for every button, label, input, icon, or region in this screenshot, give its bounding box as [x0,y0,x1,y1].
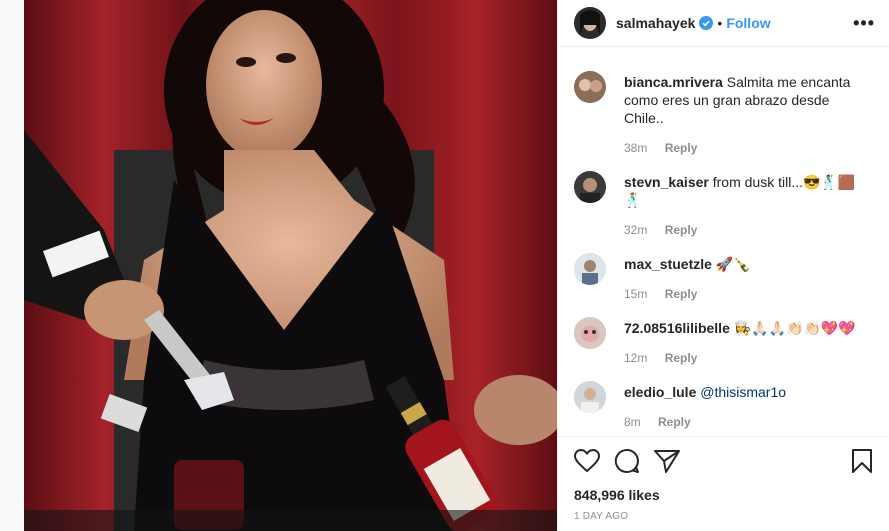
comment-meta: 8m Reply [624,413,864,431]
reply-button[interactable]: Reply [665,141,698,155]
like-heart-icon[interactable] [574,449,600,473]
comment-item: 72.08516lilibelle 👩‍🍳🙏🏻🙏🏻👏🏻👏🏻💖💖 12m Repl… [574,303,877,367]
comment-item: stevn_kaiser from dusk till...😎🕺🏽🟫🕺 32m … [574,157,877,239]
verified-badge-icon [699,16,714,30]
reply-button[interactable]: Reply [665,351,698,365]
comment-time: 12m [624,351,648,365]
commenter-avatar[interactable] [574,171,606,203]
reply-button[interactable]: Reply [665,287,698,301]
comment-body: 72.08516lilibelle 👩‍🍳🙏🏻🙏🏻👏🏻👏🏻💖💖 12m Repl… [624,319,864,367]
post-side-panel: salmahayek • Follow ••• bianca.mrivera S… [557,0,889,531]
comments-list[interactable]: bianca.mrivera Salmita me encanta como e… [574,57,877,434]
comment-text: 👩‍🍳🙏🏻🙏🏻👏🏻👏🏻💖💖 [733,320,856,336]
commenter-avatar[interactable] [574,253,606,285]
comment-body: bianca.mrivera Salmita me encanta como e… [624,73,864,157]
post-timestamp[interactable]: 1 DAY AGO [574,511,873,522]
commenter-avatar[interactable] [574,71,606,103]
more-options-icon[interactable]: ••• [853,13,875,34]
comment-meta: 32m Reply [624,221,864,239]
likes-count[interactable]: 848,996 likes [574,487,873,503]
action-icons [574,447,873,475]
comment-body: stevn_kaiser from dusk till...😎🕺🏽🟫🕺 32m … [624,173,864,239]
comment-bubble-icon[interactable] [614,448,640,474]
author-avatar[interactable] [574,7,606,39]
comment-username[interactable]: eledio_lule [624,384,696,400]
post-header: salmahayek • Follow ••• [558,0,889,47]
comment-item: bianca.mrivera Salmita me encanta como e… [574,57,877,157]
comment-username[interactable]: 72.08516lilibelle [624,320,730,336]
comment-username[interactable]: max_stuetzle [624,256,712,272]
save-bookmark-icon[interactable] [851,448,873,474]
comment-username[interactable]: stevn_kaiser [624,174,709,190]
comment-time: 32m [624,223,648,237]
comment-body: eledio_lule @thisismar1o 8m Reply [624,383,864,431]
comment-text: 🚀🍾 [715,256,751,272]
author-username[interactable]: salmahayek [616,15,695,31]
comment-time: 38m [624,141,648,155]
commenter-avatar[interactable] [574,317,606,349]
comment-username[interactable]: bianca.mrivera [624,74,723,90]
comment-time: 15m [624,287,648,301]
comment-meta: 12m Reply [624,349,864,367]
share-send-icon[interactable] [654,449,680,473]
comment-meta: 38m Reply [624,139,864,157]
comment-body: max_stuetzle 🚀🍾 15m Reply [624,255,864,303]
comment-text[interactable]: @thisismar1o [700,384,786,400]
post-actions: 848,996 likes 1 DAY AGO [558,436,889,522]
reply-button[interactable]: Reply [665,223,698,237]
reply-button[interactable]: Reply [658,415,691,429]
comment-meta: 15m Reply [624,285,864,303]
header-separator: • [717,15,723,31]
follow-button[interactable]: Follow [726,15,770,31]
post-photo[interactable] [24,0,557,531]
post-photo-art [24,0,557,531]
commenter-avatar[interactable] [574,381,606,413]
page-left-margin [0,0,24,531]
comment-item: max_stuetzle 🚀🍾 15m Reply [574,239,877,303]
comment-item: eledio_lule @thisismar1o 8m Reply [574,367,877,431]
comment-time: 8m [624,415,641,429]
